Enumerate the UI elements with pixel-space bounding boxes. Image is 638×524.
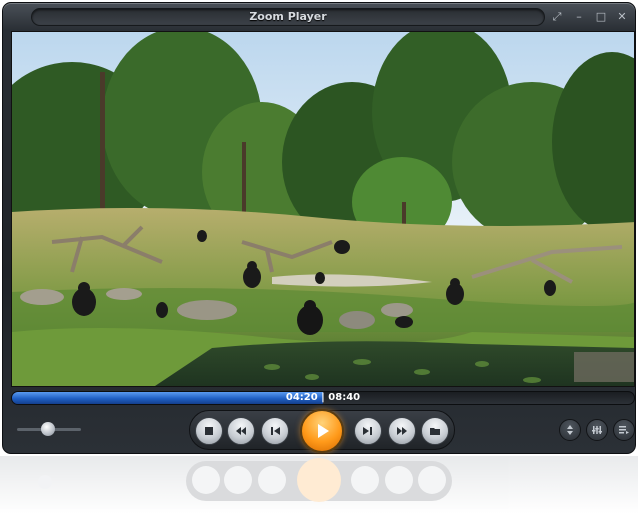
fast-forward-button[interactable] [388,417,416,445]
window-title: Zoom Player [249,10,327,23]
video-frame [12,32,634,386]
navigator-button[interactable] [559,419,581,441]
open-file-icon [430,428,440,435]
equalizer-icon [592,426,602,434]
next-chapter-icon [363,427,372,435]
rewind-button[interactable] [227,417,255,445]
fullscreen-icon[interactable]: ⤢ [549,9,565,25]
maximize-icon[interactable]: □ [593,9,609,25]
stop-icon [205,427,213,435]
play-icon [318,424,329,438]
equalizer-button[interactable] [586,419,608,441]
close-icon[interactable]: ✕ [614,9,630,25]
play-button[interactable] [300,409,344,453]
navigator-icon [567,425,573,435]
window-reflection [0,456,638,524]
control-bar [3,407,635,455]
next-chapter-button[interactable] [354,417,382,445]
fast-forward-icon [397,427,407,435]
previous-chapter-icon [271,427,280,435]
volume-slider-knob[interactable] [41,422,55,436]
minimize-icon[interactable]: – [571,9,587,25]
open-file-button[interactable] [421,417,449,445]
rewind-icon [236,427,246,435]
playlist-icon [619,426,629,434]
title-bar[interactable]: Zoom Player ⤢ – □ ✕ [3,3,635,31]
time-display: 04:20 | 08:40 [285,392,361,403]
seek-bar[interactable]: 04:20 | 08:40 [11,391,635,405]
video-area[interactable] [11,31,635,387]
player-window: Zoom Player ⤢ – □ ✕ 04:20 | 08:40 [2,2,636,454]
reflection-controls [0,456,638,504]
playlist-button[interactable] [613,419,635,441]
stop-button[interactable] [195,417,223,445]
previous-chapter-button[interactable] [261,417,289,445]
